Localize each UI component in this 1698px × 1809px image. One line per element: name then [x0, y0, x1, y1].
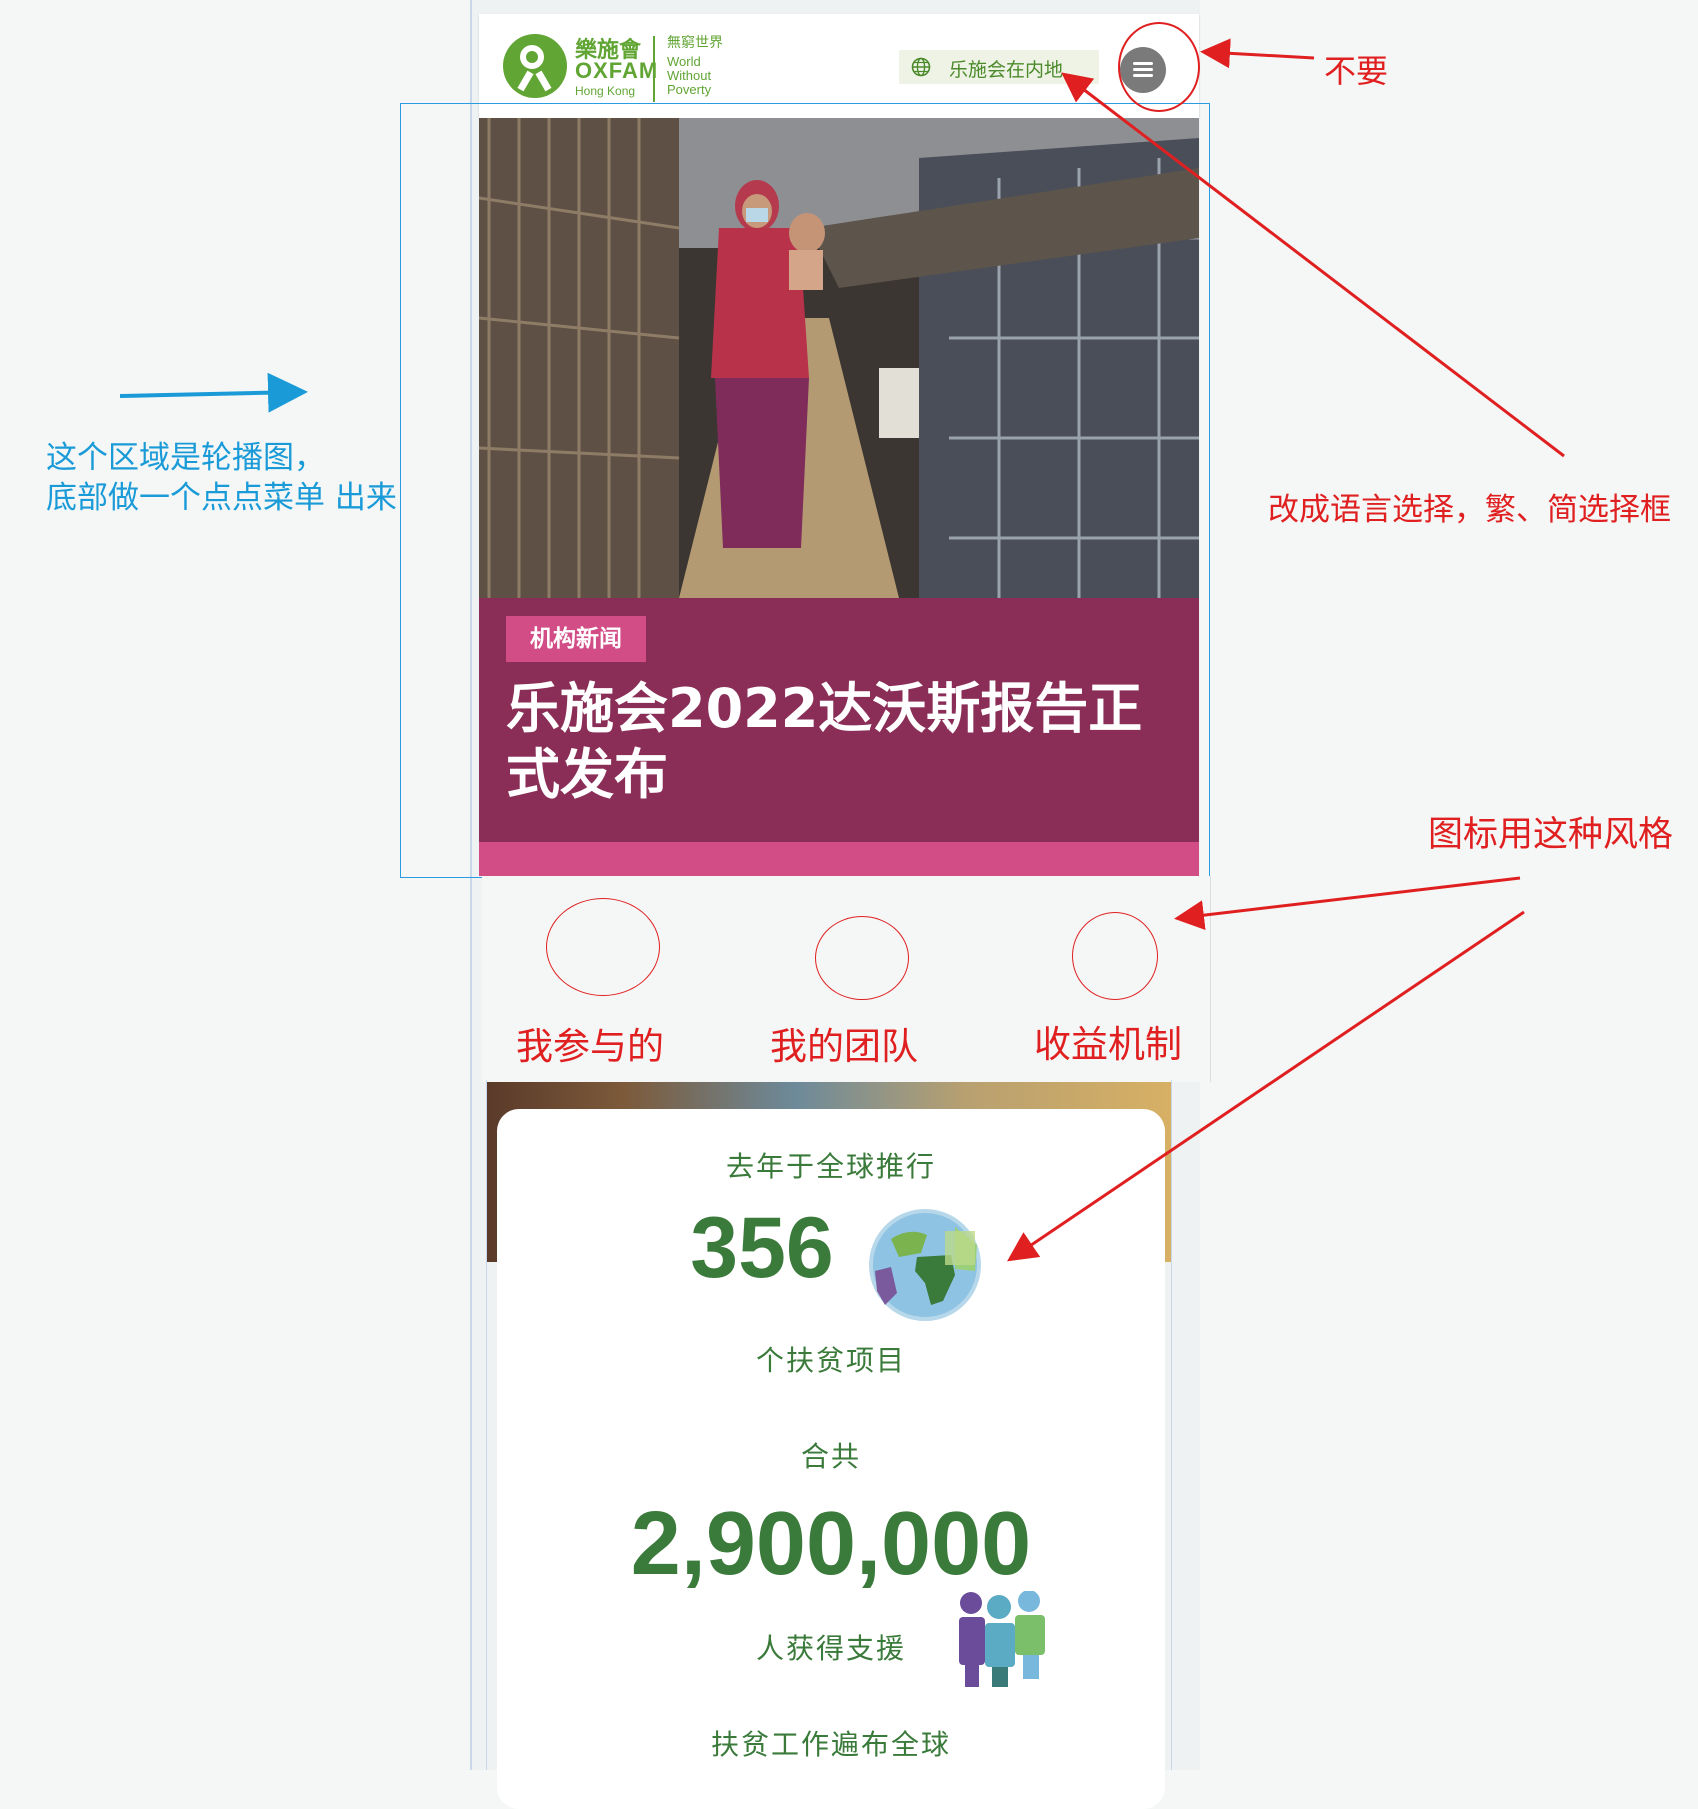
annotation-icon-style: 图标用这种风格: [1428, 815, 1674, 855]
annotation-language: 改成语言选择，繁、简选择框: [1268, 492, 1671, 528]
annotation-carousel-2: 底部做一个点点菜单 出来: [46, 480, 397, 516]
annotation-arrows: [119, 38, 1565, 1262]
annotation-remove: 不要: [1324, 52, 1389, 90]
annotation-carousel-1: 这个区域是轮播图，: [46, 440, 325, 476]
